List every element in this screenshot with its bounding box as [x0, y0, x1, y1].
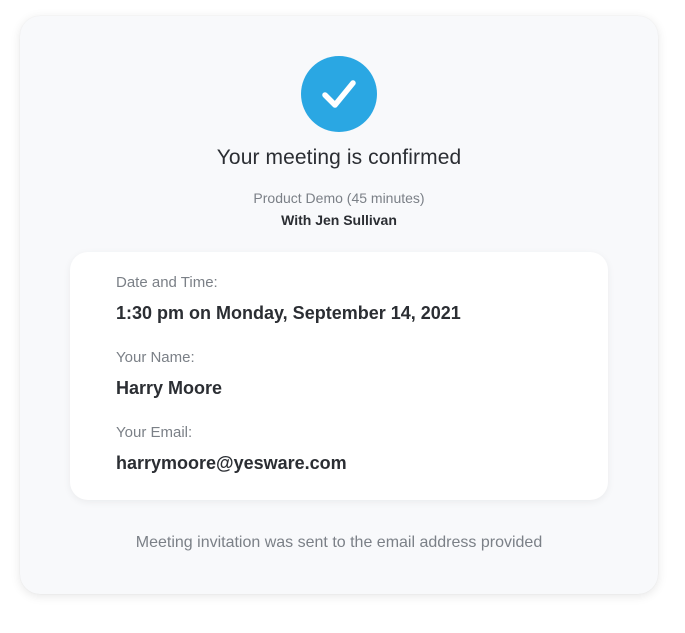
name-value: Harry Moore — [116, 378, 223, 398]
name-label: Your Name: — [116, 349, 195, 366]
datetime-value: 1:30 pm on Monday, September 14, 2021 — [116, 303, 461, 323]
invitation-note: Meeting invitation was sent to the email… — [135, 534, 543, 551]
datetime-label: Date and Time: — [116, 274, 218, 291]
checkmark-icon — [301, 56, 377, 132]
email-value: harrymoore@yesware.com — [116, 453, 347, 473]
email-label: Your Email: — [116, 424, 193, 441]
page-title: Your meeting is confirmed — [216, 146, 462, 169]
host-line: With Jen Sullivan — [281, 212, 397, 228]
meeting-details-panel: Date and Time: 1:30 pm on Monday, Septem… — [70, 252, 608, 500]
meeting-type: Product Demo (45 minutes) — [253, 190, 425, 206]
confirmation-card: Your meeting is confirmed Product Demo (… — [20, 16, 658, 594]
